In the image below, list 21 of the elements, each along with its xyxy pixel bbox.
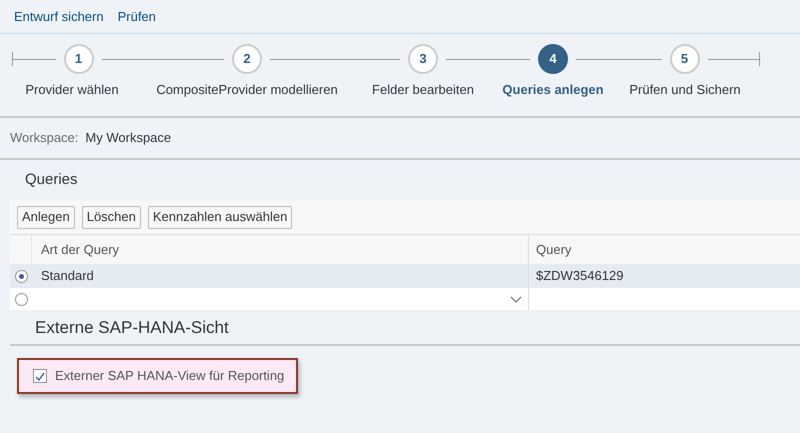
checkbox-label: Externer SAP HANA-View für Reporting (55, 367, 284, 386)
toolbar-button[interactable]: Prüfen (118, 6, 156, 26)
radio-button[interactable] (14, 292, 28, 306)
column-header: Query (535, 240, 572, 259)
toolbar-button[interactable]: Entwurf sichern (14, 6, 104, 26)
workspace-label: Workspace: (10, 129, 78, 148)
step-label: Queries anlegen (502, 81, 604, 99)
table-cell-text: $ZDW3546129 (535, 267, 624, 286)
radio-button[interactable] (14, 270, 28, 282)
step-label: Felder bearbeiten (372, 81, 474, 99)
step-label: Provider wählen (25, 81, 119, 99)
step-label: Prüfen und Sichern (629, 81, 741, 99)
step-label: CompositeProvider modellieren (156, 81, 338, 99)
toolbar-button[interactable]: Kennzahlen auswählen (148, 206, 292, 228)
workspace-value: My Workspace (85, 129, 172, 148)
toolbar-button[interactable]: Anlegen (17, 206, 75, 228)
toolbar-button[interactable]: Löschen (82, 206, 141, 228)
section-title: Externe SAP-HANA-Sicht (10, 310, 800, 346)
chevron-down-icon (510, 296, 522, 302)
section-title: Queries (24, 170, 79, 190)
checkbox[interactable] (33, 369, 47, 383)
